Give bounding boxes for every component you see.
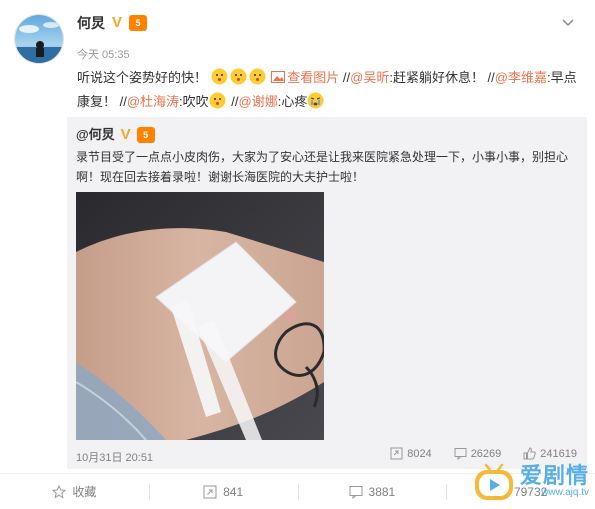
- comment-icon: [454, 448, 467, 460]
- mention-link[interactable]: @杜海涛: [127, 94, 179, 109]
- mention-link[interactable]: @谢娜: [239, 94, 278, 109]
- comment-icon: [349, 485, 363, 499]
- repost-icon: [390, 447, 403, 460]
- crying-emoji-icon: [307, 92, 324, 109]
- blow-emoji-icon: [249, 68, 266, 85]
- member-level-badge[interactable]: 5: [136, 127, 155, 143]
- weibo-post: 何炅 V 5 今天 05:35 听说这个姿势好的快！ 查看图片 //@吴昕:赶紧…: [0, 0, 595, 509]
- post-text: 听说这个姿势好的快！ 查看图片 //@吴昕:赶紧躺好休息！ //@李维嘉:早点康…: [77, 68, 577, 109]
- view-image-link[interactable]: 查看图片: [271, 70, 339, 85]
- site-watermark: 爱剧情 www.ajq.tv: [472, 459, 589, 503]
- original-post-text: 录节目受了一点点小皮肉伤，大家为了安心还是让我来医院紧急处理一下，小事小事，别担…: [76, 150, 569, 184]
- blow-emoji-icon: [211, 68, 228, 85]
- bandaged-arm-photo: [76, 192, 324, 440]
- author-name[interactable]: 何炅: [77, 14, 105, 32]
- comment-button[interactable]: 3881: [297, 474, 447, 509]
- avatar-image: [15, 15, 63, 63]
- star-icon: [52, 484, 67, 499]
- tv-play-logo-icon: [474, 463, 513, 500]
- mention-link[interactable]: @李维嘉: [495, 70, 547, 85]
- original-author-row: @何炅 V 5: [76, 126, 155, 144]
- watermark-brand: 爱剧情: [519, 463, 589, 488]
- picture-icon: [271, 71, 286, 83]
- verified-v-icon: V: [120, 126, 131, 143]
- member-level-badge[interactable]: 5: [129, 15, 147, 31]
- author-name-row: 何炅 V 5: [77, 14, 147, 32]
- post-time[interactable]: 今天 05:35: [77, 46, 130, 62]
- post-photo[interactable]: [76, 192, 324, 440]
- verified-v-icon: V: [111, 14, 122, 31]
- original-post-time[interactable]: 10月31日 20:51: [76, 449, 153, 465]
- reposted-original-card: @何炅 V 5 录节目受了一点点小皮肉伤，大家为了安心还是让我来医院紧急处理一下…: [67, 117, 587, 469]
- blow-emoji-icon: [209, 92, 226, 109]
- avatar[interactable]: [14, 14, 64, 64]
- repost-icon: [203, 485, 217, 498]
- blow-emoji-icon: [230, 68, 247, 85]
- original-author-name[interactable]: @何炅: [76, 126, 115, 144]
- favorite-button[interactable]: 收藏: [0, 474, 149, 509]
- mention-link[interactable]: @吴昕: [350, 70, 389, 85]
- watermark-site: www.ajq.tv: [541, 487, 589, 498]
- repost-button[interactable]: 841: [148, 474, 298, 509]
- original-repost-count[interactable]: 8024: [390, 447, 432, 460]
- chevron-down-icon[interactable]: [561, 18, 575, 28]
